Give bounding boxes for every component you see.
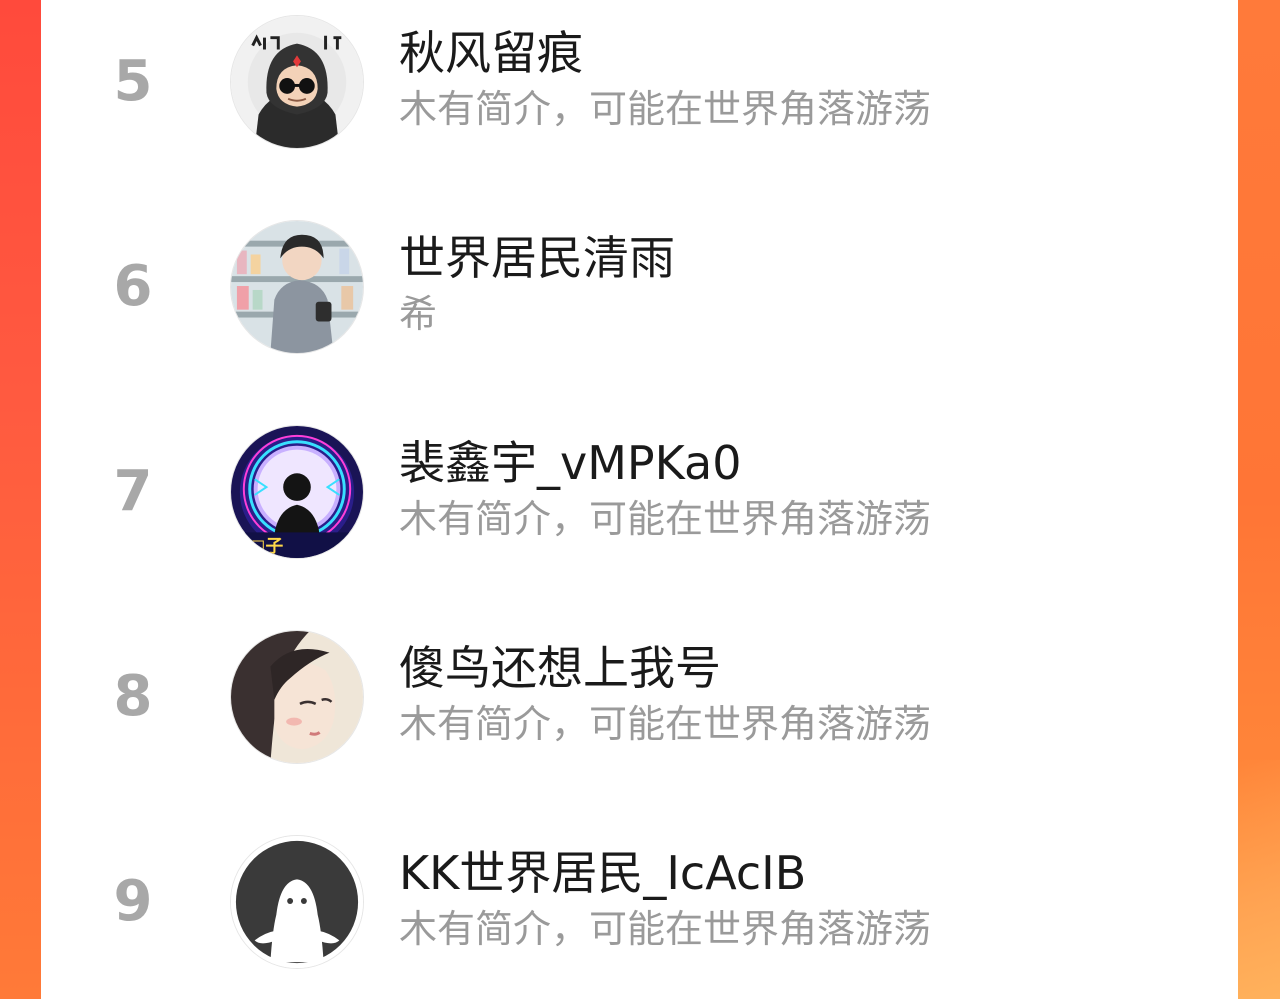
rank-number: 6 (113, 254, 153, 319)
user-bio: 木有简介，可能在世界角落游荡 (399, 497, 932, 541)
rank-number: 5 (113, 49, 153, 114)
default-ghost-avatar[interactable] (230, 835, 364, 969)
rank-number: 9 (113, 869, 153, 934)
rank-number: 8 (113, 664, 153, 729)
user-name[interactable]: KK世界居民_IcAcIB (399, 844, 806, 902)
hooded-figure-sunglasses-avatar[interactable] (230, 15, 364, 149)
user-bio: 木有简介，可能在世界角落游荡 (399, 907, 932, 951)
illustrated-girl-avatar[interactable] (230, 630, 364, 764)
user-name[interactable]: 傻鸟还想上我号 (399, 639, 721, 697)
user-bio: 木有简介，可能在世界角落游荡 (399, 87, 932, 131)
ranking-row[interactable]: 5 秋风留痕 木有简介，可能在世界角落游荡 (41, 12, 1238, 152)
ranking-row[interactable]: 8 傻鸟还想上我号 木有简介，可能在世界角落游荡 (41, 627, 1238, 767)
user-name[interactable]: 世界居民清雨 (399, 229, 675, 287)
neon-silhouette-avatar[interactable]: □子 (230, 425, 364, 559)
rank-number: 7 (113, 459, 153, 524)
right-background-band (1238, 0, 1280, 999)
user-bio: 希 (399, 292, 438, 336)
user-name[interactable]: 裴鑫宇_vMPKa0 (399, 434, 741, 492)
svg-text:□子: □子 (249, 537, 284, 557)
user-bio: 木有简介，可能在世界角落游荡 (399, 702, 932, 746)
user-name[interactable]: 秋风留痕 (399, 24, 583, 82)
ranking-row[interactable]: 9 KK世界居民_IcAcIB 木有简介，可能在世界角落游荡 (41, 832, 1238, 972)
ranking-row[interactable]: 7 □子 裴鑫宇_vMPKa0 木有简介，可能在世界角落游荡 (41, 422, 1238, 562)
ranking-row[interactable]: 6 世界居民清雨 希 (41, 217, 1238, 357)
boy-in-shop-avatar[interactable] (230, 220, 364, 354)
ranking-list-panel: 5 秋风留痕 木有简介，可能在世界角落游荡 6 世界居民清雨 希 7 □子 裴鑫… (41, 0, 1238, 999)
background-glow (1238, 760, 1280, 999)
